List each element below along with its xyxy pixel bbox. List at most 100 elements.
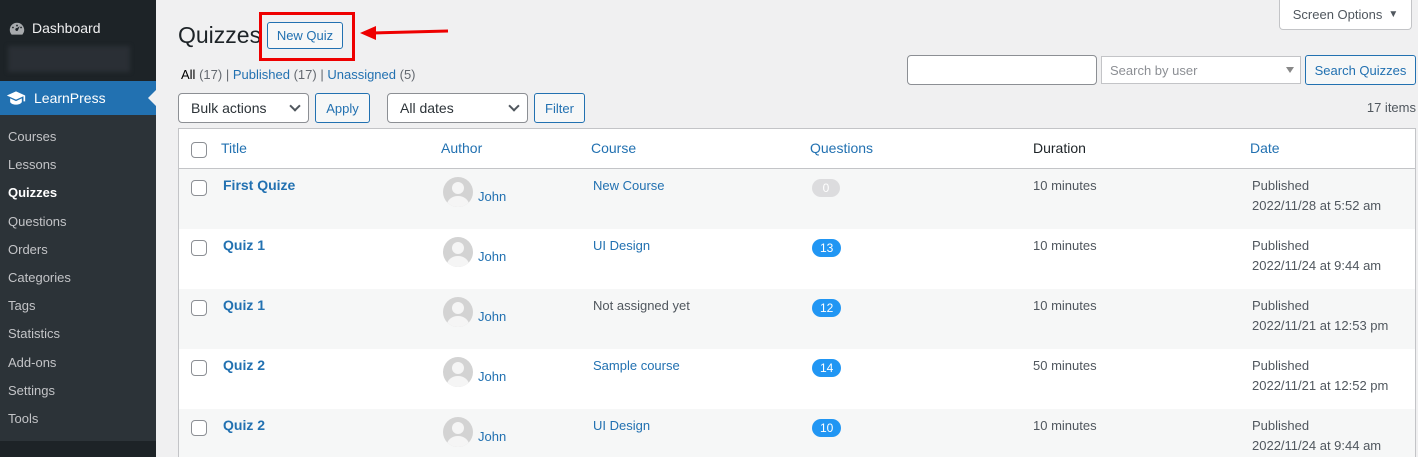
course-link[interactable]: Sample course <box>593 358 680 373</box>
date-cell: Published 2022/11/24 at 9:44 am <box>1252 236 1381 276</box>
table-row: Quiz 2 John UI Design 10 10 minutes Publ… <box>179 409 1415 457</box>
date-filter-value: All dates <box>400 100 454 116</box>
column-course-header[interactable]: Course <box>591 140 636 156</box>
avatar <box>443 237 473 267</box>
filter-published-count: (17) <box>293 67 317 82</box>
search-input[interactable] <box>907 55 1097 85</box>
avatar <box>443 297 473 327</box>
active-menu-pointer <box>148 90 156 106</box>
sidebar-item-label: Dashboard <box>32 20 101 36</box>
apply-button[interactable]: Apply <box>315 93 370 123</box>
sidebar-item-label: LearnPress <box>34 90 106 106</box>
screen-options-button[interactable]: Screen Options ▼ <box>1279 0 1412 30</box>
duration-value: 50 minutes <box>1033 358 1097 373</box>
questions-count-badge: 13 <box>812 239 842 257</box>
course-link[interactable]: UI Design <box>593 238 650 253</box>
dashboard-gauge-icon <box>9 22 25 35</box>
column-author-header[interactable]: Author <box>441 140 482 156</box>
table-row: Quiz 2 John Sample course 14 50 minutes … <box>179 349 1415 409</box>
filter-button[interactable]: Filter <box>534 93 585 123</box>
sidebar-item-learnpress[interactable]: LearnPress <box>0 81 156 115</box>
author-cell: John <box>443 357 506 387</box>
submenu-item-categories[interactable]: Categories <box>0 264 156 292</box>
date-cell: Published 2022/11/24 at 9:44 am <box>1252 416 1381 456</box>
filter-all-link[interactable]: All <box>181 67 195 82</box>
course-link[interactable]: New Course <box>593 178 665 193</box>
publish-date: 2022/11/24 at 9:44 am <box>1252 438 1382 453</box>
caret-down-icon: ▼ <box>1388 9 1399 20</box>
submenu-item-lessons[interactable]: Lessons <box>0 151 156 179</box>
author-link[interactable]: John <box>478 249 506 264</box>
quiz-title-link[interactable]: Quiz 2 <box>223 357 265 373</box>
questions-count-badge: 12 <box>812 299 842 317</box>
questions-count-badge: 14 <box>812 359 842 377</box>
table-row: First Quize John New Course 0 10 minutes… <box>179 169 1415 229</box>
quiz-title-link[interactable]: First Quize <box>223 177 295 193</box>
author-cell: John <box>443 237 506 267</box>
learnpress-submenu: Courses Lessons Quizzes Questions Orders… <box>0 115 156 441</box>
questions-count-badge: 10 <box>812 419 842 437</box>
quiz-title-link[interactable]: Quiz 1 <box>223 237 265 253</box>
column-date-header[interactable]: Date <box>1250 140 1280 156</box>
row-checkbox[interactable] <box>191 180 207 196</box>
submenu-item-orders[interactable]: Orders <box>0 236 156 264</box>
author-link[interactable]: John <box>478 369 506 384</box>
row-checkbox[interactable] <box>191 360 207 376</box>
duration-value: 10 minutes <box>1033 238 1097 253</box>
submenu-item-tags[interactable]: Tags <box>0 292 156 320</box>
submenu-item-questions[interactable]: Questions <box>0 208 156 236</box>
page-title: Quizzes <box>178 22 262 48</box>
table-row: Quiz 1 John Not assigned yet 12 10 minut… <box>179 289 1415 349</box>
row-checkbox[interactable] <box>191 300 207 316</box>
triangle-down-icon <box>1286 67 1294 73</box>
author-link[interactable]: John <box>478 189 506 204</box>
author-link[interactable]: John <box>478 309 506 324</box>
row-checkbox[interactable] <box>191 240 207 256</box>
column-questions-header[interactable]: Questions <box>810 140 873 156</box>
author-cell: John <box>443 177 506 207</box>
date-cell: Published 2022/11/21 at 12:53 pm <box>1252 296 1388 336</box>
submenu-item-add-ons[interactable]: Add-ons <box>0 349 156 377</box>
filter-unassigned-link[interactable]: Unassigned <box>327 67 396 82</box>
bulk-actions-select[interactable]: Bulk actions <box>178 93 309 123</box>
date-cell: Published 2022/11/28 at 5:52 am <box>1252 176 1381 216</box>
author-cell: John <box>443 297 506 327</box>
row-checkbox[interactable] <box>191 420 207 436</box>
submenu-item-tools[interactable]: Tools <box>0 405 156 433</box>
main-content: Screen Options ▼ Quizzes New Quiz All (1… <box>156 0 1418 457</box>
submenu-item-courses[interactable]: Courses <box>0 123 156 151</box>
publish-status: Published <box>1252 418 1310 433</box>
search-quizzes-button[interactable]: Search Quizzes <box>1305 55 1416 85</box>
status-filter-links: All (17) | Published (17) | Unassigned (… <box>181 67 416 82</box>
quiz-title-link[interactable]: Quiz 2 <box>223 417 265 433</box>
blurred-menu-item <box>8 46 130 72</box>
submenu-item-settings[interactable]: Settings <box>0 377 156 405</box>
course-link[interactable]: UI Design <box>593 418 650 433</box>
bulk-actions-value: Bulk actions <box>191 100 267 116</box>
filter-unassigned-count: (5) <box>399 67 416 82</box>
submenu-item-statistics[interactable]: Statistics <box>0 320 156 348</box>
author-link[interactable]: John <box>478 429 506 444</box>
select-all-checkbox[interactable] <box>191 142 207 158</box>
submenu-item-quizzes[interactable]: Quizzes <box>0 179 156 207</box>
quiz-title-link[interactable]: Quiz 1 <box>223 297 265 313</box>
publish-date: 2022/11/21 at 12:52 pm <box>1252 378 1389 393</box>
admin-sidebar: Dashboard LearnPress Courses Lessons Qui… <box>0 0 156 457</box>
filter-published-link[interactable]: Published <box>233 67 290 82</box>
table-nav-top: Bulk actions Apply All dates Filter 17 i… <box>178 93 1416 123</box>
avatar <box>443 357 473 387</box>
items-count: 17 items <box>1366 100 1416 115</box>
new-quiz-button[interactable]: New Quiz <box>267 22 343 49</box>
search-by-user-select[interactable]: Search by user <box>1101 56 1301 84</box>
questions-count-badge: 0 <box>812 179 840 197</box>
table-row: Quiz 1 John UI Design 13 10 minutes Publ… <box>179 229 1415 289</box>
annotation-arrow-icon <box>360 26 449 40</box>
author-cell: John <box>443 417 506 447</box>
publish-date: 2022/11/21 at 12:53 pm <box>1252 318 1389 333</box>
publish-status: Published <box>1252 238 1310 253</box>
column-title-header[interactable]: Title <box>221 140 247 156</box>
chevron-down-icon <box>508 100 520 112</box>
avatar <box>443 417 473 447</box>
date-filter-select[interactable]: All dates <box>387 93 528 123</box>
date-cell: Published 2022/11/21 at 12:52 pm <box>1252 356 1388 396</box>
